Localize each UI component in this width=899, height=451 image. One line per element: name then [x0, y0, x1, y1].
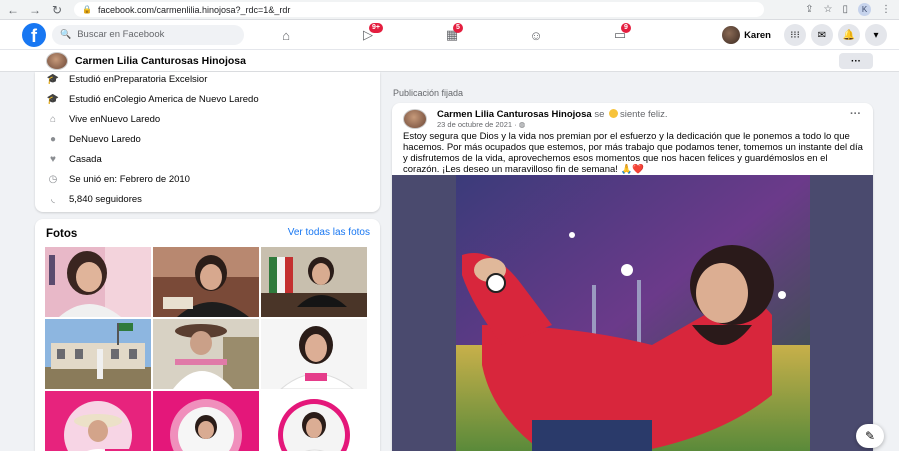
forward-arrow-icon[interactable]: → [26, 1, 44, 19]
photo-thumbnail[interactable] [45, 247, 151, 317]
heart-icon: ♥ [50, 154, 56, 165]
intro-item-lives-in: ⌂ Vive en Nuevo Laredo [45, 114, 160, 125]
back-arrow-icon[interactable]: ← [4, 1, 22, 19]
watch-badge: 9+ [369, 23, 383, 33]
post-timestamp[interactable]: 23 de octubre de 2021 · ◍ [437, 120, 525, 129]
url-text: facebook.com/carmenlilia.hinojosa?_rdc=1… [97, 4, 291, 15]
post-author-avatar[interactable] [403, 109, 427, 129]
profile-more-button[interactable]: ··· [839, 53, 873, 69]
photo-thumbnail[interactable] [153, 391, 259, 451]
happy-emoji-icon [609, 109, 618, 118]
pinned-post: Carmen Lilia Canturosas Hinojosa se sien… [392, 103, 873, 451]
intro-item-from: ● De Nuevo Laredo [45, 134, 141, 145]
intro-value[interactable]: Colegio America de Nuevo Laredo [114, 94, 259, 105]
intro-value[interactable]: Preparatoria Excelsior [114, 74, 207, 85]
notifications-bell-icon[interactable]: 🔔 [838, 24, 860, 46]
intro-prefix: Estudió en [69, 74, 114, 85]
rss-followers-icon: ◟ [51, 194, 55, 205]
watch-icon[interactable]: ▷ 9+ [353, 23, 383, 45]
avatar [722, 26, 741, 44]
photos-card: Fotos Ver todas las fotos [35, 219, 380, 451]
groups-icon[interactable]: ☺ [521, 25, 551, 45]
menu-grid-icon[interactable]: ⁝⁝⁝ [784, 24, 806, 46]
post-author-name[interactable]: Carmen Lilia Canturosas Hinojosa [437, 109, 592, 120]
photo-thumbnail[interactable] [153, 319, 259, 389]
post-body-text: Estoy segura que Dios y la vida nos prem… [403, 131, 863, 175]
see-all-photos-link[interactable]: Ver todas las fotos [288, 227, 370, 238]
address-bar[interactable]: 🔒 facebook.com/carmenlilia.hinojosa?_rdc… [74, 2, 764, 17]
location-pin-icon: ● [49, 134, 57, 145]
photos-title: Fotos [46, 228, 78, 240]
intro-card: 🎓 Estudió en Preparatoria Excelsior 🎓 Es… [35, 72, 380, 212]
intro-value: Casada [69, 154, 102, 165]
new-message-compose-icon[interactable]: ✎ [856, 424, 884, 448]
home-icon[interactable]: ⌂ [271, 25, 301, 45]
intro-value[interactable]: 5,840 seguidores [69, 194, 142, 205]
intro-item-followers: ◟ 5,840 seguidores [45, 194, 142, 205]
profile-avatar[interactable] [46, 51, 68, 70]
post-options-button[interactable]: ··· [850, 108, 861, 120]
search-icon: 🔍 [60, 29, 72, 39]
intro-prefix: Estudió en [69, 94, 114, 105]
intro-item-education-2: 🎓 Estudió en Colegio America de Nuevo La… [45, 94, 259, 105]
intro-item-relationship: ♥ Casada [45, 154, 102, 165]
gaming-icon[interactable]: ▭ 9 [605, 23, 635, 45]
gaming-badge: 9 [621, 23, 631, 33]
intro-prefix: Vive en [69, 114, 101, 125]
photo-thumbnail[interactable] [153, 247, 259, 317]
photo-thumbnail[interactable] [45, 391, 151, 451]
intro-item-joined: ◷ Se unió en: Febrero de 2010 [45, 174, 190, 185]
post-date-text: 23 de octubre de 2021 · [437, 120, 519, 129]
marketplace-badge: 5 [453, 23, 463, 33]
graduation-cap-icon: 🎓 [46, 94, 60, 105]
lock-icon: 🔒 [82, 5, 92, 14]
intro-item-education-1: 🎓 Estudió en Preparatoria Excelsior [45, 74, 208, 85]
profile-sticky-header: Carmen Lilia Canturosas Hinojosa ··· [0, 50, 899, 72]
facebook-top-bar: f 🔍 Buscar en Facebook ⌂ ▷ 9+ ▦ 5 ☺ ▭ 9 … [0, 20, 899, 50]
search-placeholder: Buscar en Facebook [77, 29, 165, 40]
share-icon[interactable]: ⇪ [805, 4, 813, 15]
clock-icon: ◷ [48, 174, 58, 185]
intro-value[interactable]: Nuevo Laredo [101, 114, 161, 125]
pinned-post-label: Publicación fijada [393, 88, 464, 98]
sidepanel-icon[interactable]: ▯ [842, 4, 848, 15]
user-name: Karen [744, 29, 771, 41]
feeling-prefix: se [591, 109, 607, 120]
intro-value[interactable]: Nuevo Laredo [81, 134, 141, 145]
search-input[interactable]: 🔍 Buscar en Facebook [52, 24, 244, 45]
profile-name[interactable]: Carmen Lilia Canturosas Hinojosa [75, 55, 246, 67]
post-author-line: Carmen Lilia Canturosas Hinojosa se sien… [437, 109, 668, 120]
reload-icon[interactable]: ↻ [48, 1, 66, 19]
intro-value: Se unió en: Febrero de 2010 [69, 174, 190, 185]
photo-thumbnail[interactable] [45, 319, 151, 389]
account-chevron-down-icon[interactable]: ▾ [865, 24, 887, 46]
browser-profile-avatar[interactable]: K [858, 3, 871, 16]
house-icon: ⌂ [49, 114, 57, 125]
bookmark-star-icon[interactable]: ☆ [824, 4, 833, 15]
post-photo[interactable] [392, 175, 873, 451]
intro-prefix: De [69, 134, 82, 145]
photo-thumbnail[interactable] [261, 391, 367, 451]
globe-icon: ◍ [518, 120, 526, 129]
marketplace-icon[interactable]: ▦ 5 [437, 23, 467, 45]
browser-toolbar: ← → ↻ 🔒 facebook.com/carmenlilia.hinojos… [0, 0, 899, 20]
messenger-icon[interactable]: ✉ [811, 24, 833, 46]
user-profile-link[interactable]: Karen [720, 24, 779, 46]
graduation-cap-icon: 🎓 [46, 74, 60, 85]
kebab-menu-icon[interactable]: ⋮ [881, 4, 891, 15]
facebook-logo-icon[interactable]: f [22, 22, 46, 47]
photo-thumbnail[interactable] [261, 319, 367, 389]
photo-thumbnail[interactable] [261, 247, 367, 317]
feeling-text: siente feliz. [620, 109, 668, 120]
